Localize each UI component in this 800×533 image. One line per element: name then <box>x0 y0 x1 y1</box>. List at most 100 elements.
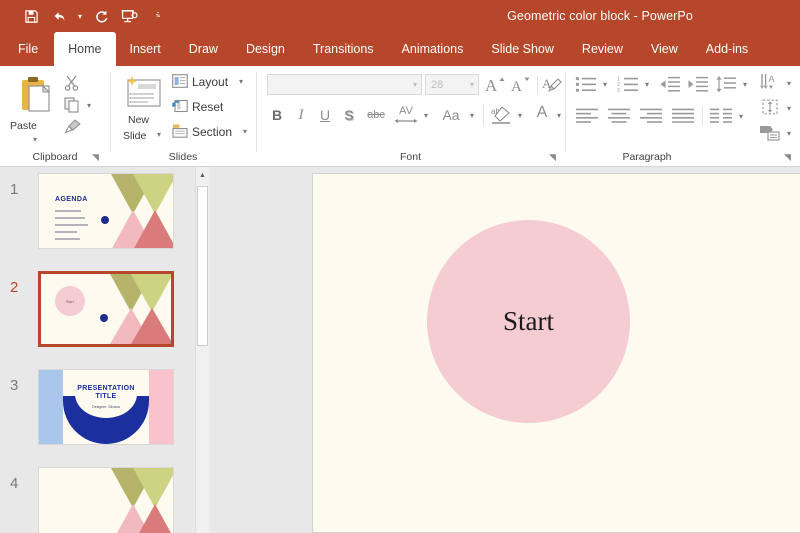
tab-design[interactable]: Design <box>232 32 299 66</box>
columns-dropdown-icon[interactable]: ▾ <box>735 106 747 126</box>
save-icon[interactable] <box>18 4 44 28</box>
align-center-icon[interactable] <box>606 106 632 126</box>
text-direction-icon[interactable]: A <box>758 72 782 92</box>
tab-file[interactable]: File <box>0 32 54 66</box>
numbering-dropdown-icon[interactable]: ▾ <box>641 74 653 94</box>
clear-formatting-icon[interactable]: A <box>541 74 563 95</box>
ribbon-group-font: ▾ 28 ▾ A A A B I U S abc AV ▾ Aa ▾ ab ▾ … <box>257 66 564 166</box>
change-case-dropdown-icon[interactable]: ▾ <box>466 104 478 126</box>
bullets-icon[interactable] <box>574 74 598 94</box>
decrease-font-size-icon[interactable]: A <box>509 74 533 95</box>
start-presentation-icon[interactable] <box>116 4 142 28</box>
tab-view[interactable]: View <box>637 32 692 66</box>
text-shadow-button[interactable]: S <box>339 104 359 126</box>
bold-button[interactable]: B <box>267 104 287 126</box>
thumbnail-slide-1[interactable]: 1 AGENDA <box>0 173 195 251</box>
scrollbar-thumb[interactable] <box>197 186 208 346</box>
line-spacing-icon[interactable] <box>714 74 738 94</box>
line-spacing-dropdown-icon[interactable]: ▾ <box>739 74 751 94</box>
text-direction-dropdown-icon[interactable]: ▾ <box>783 74 795 92</box>
character-spacing-underarrow-icon <box>393 116 419 126</box>
increase-font-size-icon[interactable]: A <box>483 74 507 95</box>
layout-dropdown-icon[interactable]: ▾ <box>235 74 247 88</box>
paste-dropdown-icon[interactable]: ▾ <box>28 134 42 144</box>
tab-animations[interactable]: Animations <box>388 32 478 66</box>
font-size-dropdown-icon[interactable]: ▾ <box>470 80 478 89</box>
underline-button[interactable]: U <box>315 104 335 126</box>
ribbon: Paste ▾ ▾ Clipboard ◥ New Slide ▾ Layout… <box>0 66 800 167</box>
slide-canvas-area: Start <box>210 167 800 533</box>
align-text-dropdown-icon[interactable]: ▾ <box>783 99 795 117</box>
change-case-button[interactable]: Aa <box>437 104 465 126</box>
start-circle-shape[interactable]: Start <box>427 220 630 423</box>
deco-triangle-rose <box>131 308 171 344</box>
justify-icon[interactable] <box>670 106 696 126</box>
convert-to-smartart-dropdown-icon[interactable]: ▾ <box>783 124 795 142</box>
decrease-indent-icon[interactable] <box>658 74 682 94</box>
slide-preview-3[interactable]: PRESENTATION TITLE Designer: Silvana <box>38 369 174 445</box>
quick-access-toolbar: ▾ ⩯ <box>0 4 164 28</box>
font-name-dropdown-icon[interactable]: ▾ <box>413 80 421 89</box>
increase-indent-icon[interactable] <box>686 74 710 94</box>
clipboard-dialog-launcher[interactable]: ◥ <box>92 152 102 162</box>
align-text-icon[interactable] <box>758 97 782 117</box>
character-spacing-dropdown-icon[interactable]: ▾ <box>420 104 432 126</box>
customize-quick-access-icon[interactable]: ⩯ <box>152 4 164 28</box>
slide-thumbnail-pane[interactable]: 1 AGENDA 2 Start 3 PRESENTATION TITLE De… <box>0 167 195 533</box>
title-bar: ▾ ⩯ Geometric color block - PowerPo <box>0 0 800 32</box>
tab-insert[interactable]: Insert <box>116 32 175 66</box>
text-highlight-dropdown-icon[interactable]: ▾ <box>514 104 526 126</box>
section-icon[interactable] <box>171 123 189 139</box>
deco-dot <box>100 314 108 322</box>
align-right-icon[interactable] <box>638 106 664 126</box>
convert-to-smartart-icon[interactable] <box>758 122 782 142</box>
redo-icon[interactable] <box>88 4 114 28</box>
align-left-icon[interactable] <box>574 106 600 126</box>
reset-label: Reset <box>192 100 224 114</box>
undo-dropdown-icon[interactable]: ▾ <box>74 4 86 28</box>
italic-button[interactable]: I <box>291 104 311 126</box>
new-slide-icon[interactable] <box>123 73 165 113</box>
font-size-combo[interactable]: 28 ▾ <box>425 74 479 95</box>
tab-home[interactable]: Home <box>54 32 116 66</box>
slide-preview-4[interactable] <box>38 467 174 533</box>
copy-icon[interactable] <box>62 96 82 114</box>
numbering-icon[interactable]: 1 2 3 <box>616 74 640 94</box>
tab-review[interactable]: Review <box>568 32 637 66</box>
tab-add-ins[interactable]: Add-ins <box>692 32 762 66</box>
font-color-dropdown-icon[interactable]: ▾ <box>553 104 565 126</box>
slide-preview-2[interactable]: Start <box>38 271 174 347</box>
thumbnail-scrollbar[interactable]: ▲ <box>195 167 210 533</box>
tab-transitions[interactable]: Transitions <box>299 32 388 66</box>
font-color-icon[interactable]: A <box>531 102 553 124</box>
paste-icon[interactable] <box>14 74 56 118</box>
paragraph-dialog-launcher[interactable]: ◥ <box>784 152 794 162</box>
reset-icon[interactable] <box>171 98 189 114</box>
copy-dropdown-icon[interactable]: ▾ <box>84 96 94 114</box>
paragraph-divider <box>702 106 703 126</box>
thumbnail-slide-3[interactable]: 3 PRESENTATION TITLE Designer: Silvana <box>0 369 195 447</box>
cut-icon[interactable] <box>62 74 82 92</box>
layout-label: Layout <box>192 75 229 89</box>
section-dropdown-icon[interactable]: ▾ <box>239 124 251 138</box>
font-name-combo[interactable]: ▾ <box>267 74 422 95</box>
format-painter-icon[interactable] <box>62 118 82 136</box>
slide-canvas[interactable]: Start <box>312 173 800 533</box>
scroll-up-icon[interactable]: ▲ <box>196 167 209 184</box>
thumbnail-slide-4[interactable]: 4 <box>0 467 195 533</box>
columns-icon[interactable] <box>708 106 734 126</box>
agenda-bullet <box>55 238 80 240</box>
thumbnail-slide-2[interactable]: 2 Start <box>0 271 195 349</box>
slides-group-label: Slides <box>168 151 198 163</box>
tab-draw[interactable]: Draw <box>175 32 232 66</box>
undo-icon[interactable] <box>46 4 72 28</box>
slide-preview-1[interactable]: AGENDA <box>38 173 174 249</box>
bullets-dropdown-icon[interactable]: ▾ <box>599 74 611 94</box>
ribbon-group-clipboard: Paste ▾ ▾ Clipboard ◥ <box>0 66 110 166</box>
text-highlight-color-icon[interactable]: ab <box>489 104 513 126</box>
slide-number-2: 2 <box>10 279 19 296</box>
layout-icon[interactable] <box>171 73 189 89</box>
strikethrough-button[interactable]: abc <box>363 104 389 126</box>
new-slide-dropdown-icon[interactable]: ▾ <box>153 128 165 140</box>
tab-slide-show[interactable]: Slide Show <box>477 32 568 66</box>
